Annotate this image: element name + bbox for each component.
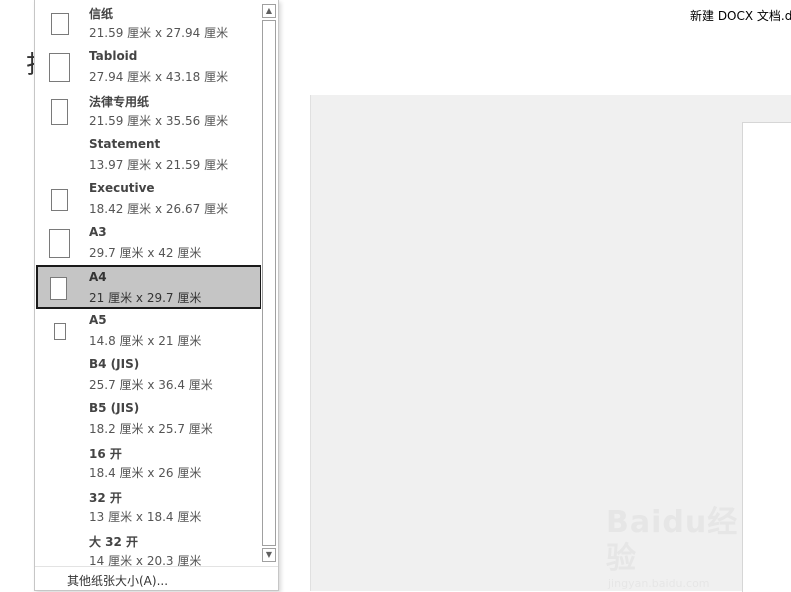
paper-size-dimensions: 18.42 厘米 x 26.67 厘米 bbox=[89, 202, 229, 216]
document-title: 新建 DOCX 文档.d bbox=[690, 9, 791, 23]
paper-size-dimensions: 25.7 厘米 x 36.4 厘米 bbox=[89, 378, 213, 392]
paper-size-name: Executive bbox=[89, 181, 155, 195]
paper-size-name: A3 bbox=[89, 225, 107, 239]
paper-size-item-big-32k[interactable]: 大 32 开 14 厘米 x 20.3 厘米 bbox=[37, 528, 261, 566]
paper-size-dimensions: 29.7 厘米 x 42 厘米 bbox=[89, 246, 202, 260]
paper-size-dimensions: 18.2 厘米 x 25.7 厘米 bbox=[89, 422, 213, 436]
scroll-down-icon[interactable]: ▼ bbox=[262, 548, 276, 562]
watermark-logo-text: Baidu经验 bbox=[606, 505, 739, 576]
page-thumbnail-icon bbox=[50, 277, 67, 300]
paper-size-dropdown: 信纸 21.59 厘米 x 27.94 厘米 Tabloid 27.94 厘米 … bbox=[34, 0, 279, 591]
watermark: Baidu经验 jingyan.baidu.com bbox=[606, 505, 756, 590]
paper-size-name: 信纸 bbox=[89, 7, 114, 21]
scroll-up-icon[interactable]: ▲ bbox=[262, 4, 276, 18]
paper-size-dimensions: 18.4 厘米 x 26 厘米 bbox=[89, 466, 202, 480]
scrollbar-track[interactable] bbox=[262, 19, 276, 547]
paper-size-item-tabloid[interactable]: Tabloid 27.94 厘米 x 43.18 厘米 bbox=[37, 44, 261, 88]
paper-size-name: A4 bbox=[89, 270, 107, 284]
watermark-url: jingyan.baidu.com bbox=[608, 577, 710, 590]
paper-size-name: 32 开 bbox=[89, 491, 122, 505]
paper-size-name: 大 32 开 bbox=[89, 535, 139, 549]
paper-size-name: 法律专用纸 bbox=[89, 95, 150, 109]
paper-size-item-b4-jis[interactable]: B4 (JIS) 25.7 厘米 x 36.4 厘米 bbox=[37, 352, 261, 396]
paper-size-name: 16 开 bbox=[89, 447, 122, 461]
paper-size-dimensions: 21 厘米 x 29.7 厘米 bbox=[89, 291, 202, 305]
paper-size-dimensions: 14 厘米 x 20.3 厘米 bbox=[89, 554, 202, 566]
paper-size-name: B4 (JIS) bbox=[89, 357, 140, 371]
paper-size-name: Statement bbox=[89, 137, 161, 151]
paper-size-item-statement[interactable]: Statement 13.97 厘米 x 21.59 厘米 bbox=[37, 132, 261, 176]
paper-size-dimensions: 14.8 厘米 x 21 厘米 bbox=[89, 334, 202, 348]
paper-size-dimensions: 21.59 厘米 x 35.56 厘米 bbox=[89, 114, 229, 128]
menu-divider bbox=[35, 566, 278, 567]
more-paper-sizes-link[interactable]: 其他纸张大小(A)... bbox=[67, 572, 168, 589]
page-thumbnail-icon bbox=[51, 99, 68, 125]
paper-size-item-a4[interactable]: A4 21 厘米 x 29.7 厘米 bbox=[36, 265, 261, 309]
paper-size-name: B5 (JIS) bbox=[89, 401, 140, 415]
page-thumbnail-icon bbox=[51, 13, 69, 35]
page-thumbnail-icon bbox=[54, 323, 66, 340]
paper-size-item-legal[interactable]: 法律专用纸 21.59 厘米 x 35.56 厘米 bbox=[37, 88, 261, 132]
paper-size-item-executive[interactable]: Executive 18.42 厘米 x 26.67 厘米 bbox=[37, 176, 261, 220]
background-ribbon-glyph: 打 bbox=[26, 52, 34, 78]
background-strip bbox=[0, 44, 34, 591]
paper-size-name: A5 bbox=[89, 313, 107, 327]
paper-size-item-b5-jis[interactable]: B5 (JIS) 18.2 厘米 x 25.7 厘米 bbox=[37, 396, 261, 440]
paper-size-item-letter[interactable]: 信纸 21.59 厘米 x 27.94 厘米 bbox=[37, 0, 261, 44]
paper-size-dimensions: 13 厘米 x 18.4 厘米 bbox=[89, 510, 202, 524]
paper-size-item-32k[interactable]: 32 开 13 厘米 x 18.4 厘米 bbox=[37, 484, 261, 528]
page-thumbnail-icon bbox=[49, 229, 70, 258]
paper-size-dimensions: 13.97 厘米 x 21.59 厘米 bbox=[89, 158, 229, 172]
paper-size-dimensions: 21.59 厘米 x 27.94 厘米 bbox=[89, 26, 229, 40]
paper-size-item-16k[interactable]: 16 开 18.4 厘米 x 26 厘米 bbox=[37, 440, 261, 484]
page-thumbnail-icon bbox=[51, 189, 68, 211]
paper-size-name: Tabloid bbox=[89, 49, 138, 63]
paper-size-item-a5[interactable]: A5 14.8 厘米 x 21 厘米 bbox=[37, 308, 261, 352]
page-thumbnail-icon bbox=[49, 53, 70, 82]
vertical-scrollbar[interactable]: ▲ ▼ bbox=[262, 3, 278, 563]
paper-size-dimensions: 27.94 厘米 x 43.18 厘米 bbox=[89, 70, 229, 84]
scrollbar-thumb[interactable] bbox=[262, 20, 276, 546]
paper-size-item-a3[interactable]: A3 29.7 厘米 x 42 厘米 bbox=[37, 220, 261, 264]
paper-size-list: 信纸 21.59 厘米 x 27.94 厘米 Tabloid 27.94 厘米 … bbox=[35, 0, 261, 566]
